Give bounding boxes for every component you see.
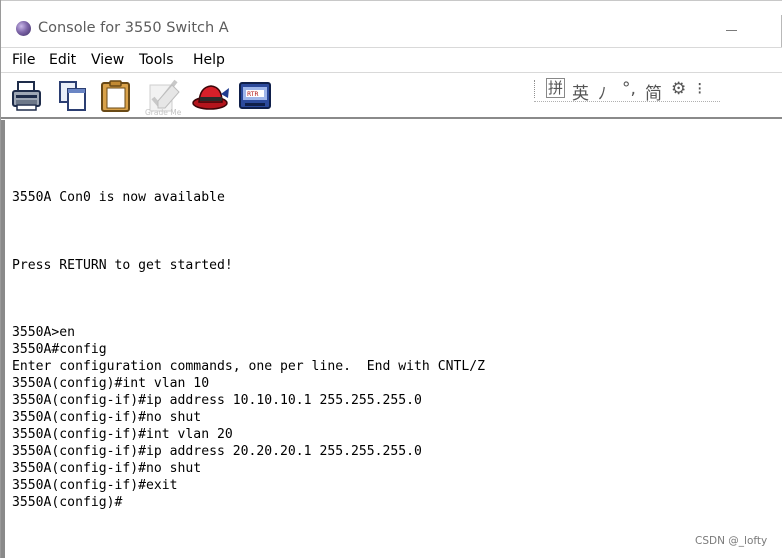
terminal-left-border: [1, 120, 5, 558]
grade-me-icon: Grade Me: [145, 79, 182, 117]
rtr-label: RTR: [247, 91, 259, 98]
ime-pinyin-icon[interactable]: 拼: [546, 78, 566, 98]
watermark: CSDN @_lofty: [695, 535, 768, 547]
minimize-button[interactable]: [719, 19, 745, 39]
terminal-line: 3550A(config-if)#ip address 20.20.20.1 2…: [12, 444, 422, 459]
ime-halfwidth-icon[interactable]: ﾉ: [598, 79, 607, 104]
rtr-icon: RTR: [239, 82, 271, 109]
title-bar[interactable]: Console for 3550 Switch A: [1, 0, 782, 51]
copy-button[interactable]: [55, 78, 91, 114]
print-button[interactable]: [9, 78, 45, 114]
copy-icon: [59, 81, 86, 111]
terminal-line: 3550A Con0 is now available: [12, 190, 225, 205]
window-title: Console for 3550 Switch A: [38, 20, 229, 36]
terminal-line: 3550A(config-if)#int vlan 20: [12, 427, 233, 442]
ime-grip[interactable]: [534, 80, 538, 98]
terminal-line: 3550A(config-if)#no shut: [12, 461, 202, 476]
printer-icon: [12, 81, 41, 111]
menu-file[interactable]: File: [12, 52, 35, 68]
terminal-line: 3550A(config)#int vlan 10: [12, 376, 210, 391]
terminal-line: 3550A(config-if)#exit: [12, 478, 178, 493]
grade-me-label: Grade Me: [145, 108, 182, 116]
ime-english-icon[interactable]: 英: [572, 79, 589, 104]
terminal-prompt: 3550A(config)#: [12, 495, 123, 510]
paste-icon: [101, 80, 130, 112]
ime-punctuation-icon[interactable]: °,: [622, 79, 636, 99]
grade-me-button[interactable]: Grade Me: [143, 78, 185, 117]
app-icon: [16, 21, 31, 36]
console-window: Console for 3550 Switch A File Edit View…: [0, 0, 782, 558]
terminal-line: 3550A#config: [12, 342, 107, 357]
red-hat-button[interactable]: [191, 78, 231, 114]
terminal-line: Press RETURN to get started!: [12, 258, 233, 273]
menu-edit[interactable]: Edit: [49, 52, 76, 68]
ime-simplified-icon[interactable]: 简: [645, 79, 662, 104]
terminal-line: 3550A(config-if)#ip address 10.10.10.1 2…: [12, 393, 422, 408]
terminal-line: Enter configuration commands, one per li…: [12, 359, 485, 374]
paste-button[interactable]: [98, 78, 134, 114]
toolbar: Grade Me RTR 拼 英 ﾉ °, 简 ⚙ ⁝: [1, 73, 782, 119]
terminal-line: 3550A>en: [12, 325, 76, 340]
menu-tools[interactable]: Tools: [139, 52, 174, 68]
menu-help[interactable]: Help: [193, 52, 225, 68]
terminal-line: 3550A(config-if)#no shut: [12, 410, 202, 425]
ime-more-icon[interactable]: ⁝: [697, 79, 702, 99]
ime-toolbar: 拼 英 ﾉ °, 简 ⚙ ⁝: [534, 77, 720, 104]
rtr-button[interactable]: RTR: [237, 78, 275, 114]
menu-view[interactable]: View: [91, 52, 124, 68]
menu-bar: File Edit View Tools Help: [1, 47, 782, 73]
ime-settings-icon[interactable]: ⚙: [671, 79, 686, 99]
red-hat-icon: [192, 85, 229, 110]
